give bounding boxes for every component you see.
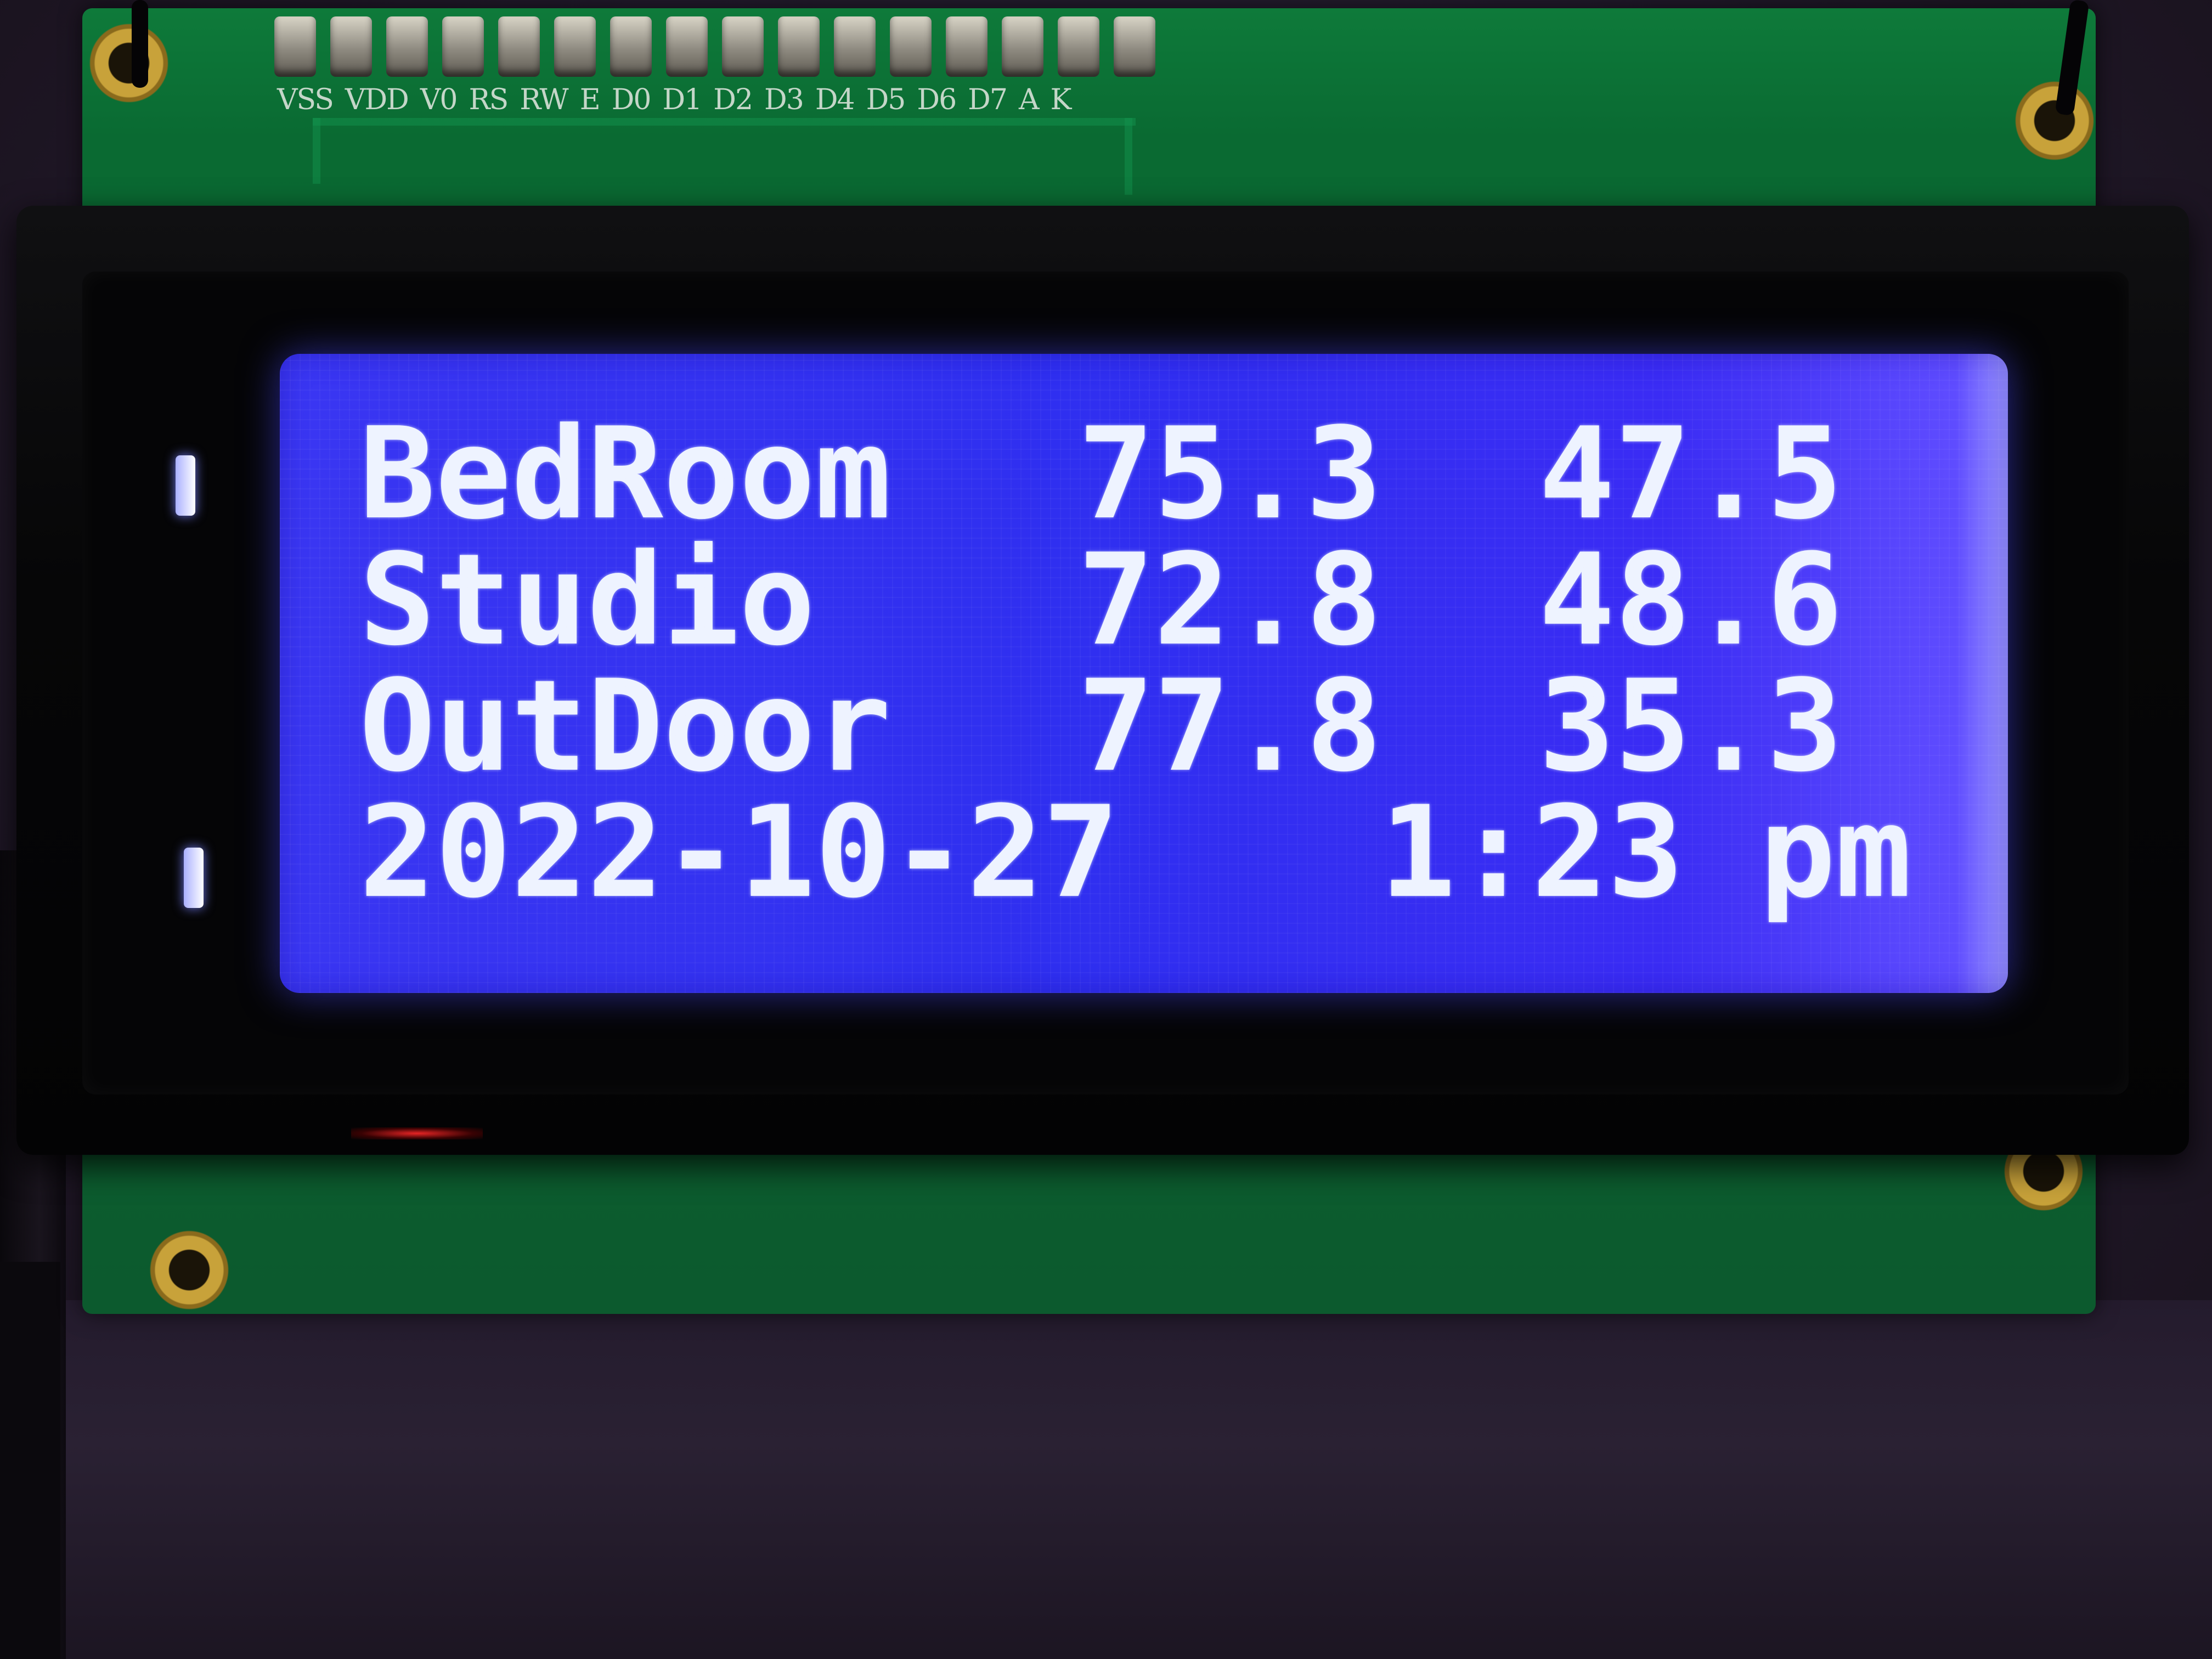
pin-label: D6 bbox=[917, 83, 957, 116]
temperature-value: 72.8 bbox=[1078, 527, 1382, 674]
pin-label: V0 bbox=[420, 83, 458, 116]
pin-label: D0 bbox=[611, 83, 652, 116]
pin-label: D7 bbox=[968, 83, 1008, 116]
humidity-value: 35.3 bbox=[1539, 653, 1843, 800]
temperature-value: 75.3 bbox=[1078, 401, 1382, 548]
pin-label: RS bbox=[469, 83, 509, 116]
header-pin bbox=[890, 16, 932, 77]
header-pins bbox=[274, 16, 1185, 77]
pcb-trace bbox=[313, 118, 1136, 126]
header-pin bbox=[554, 16, 596, 77]
pin-label: VSS bbox=[277, 83, 334, 116]
pin-label: VDD bbox=[345, 83, 409, 116]
header-pin bbox=[778, 16, 820, 77]
time-value: 1:23 pm bbox=[1380, 780, 1912, 926]
header-pin bbox=[946, 16, 988, 77]
background-cable-lower bbox=[0, 1262, 60, 1659]
header-pin bbox=[330, 16, 372, 77]
lcd-row-outdoor: OutDoor 77.8 35.3 bbox=[359, 664, 1961, 790]
pin-label: E bbox=[579, 83, 601, 116]
header-pin bbox=[442, 16, 484, 77]
lcd-screen: BedRoom 75.3 47.5 Studio 72.8 48.6 OutDo… bbox=[280, 354, 2008, 993]
humidity-value: 47.5 bbox=[1539, 401, 1843, 548]
header-pin bbox=[498, 16, 540, 77]
mounting-hole-top-left bbox=[88, 22, 170, 104]
room-name: OutDoor bbox=[359, 653, 891, 800]
pin-label: A bbox=[1018, 83, 1040, 116]
lcd-row-datetime: 2022-10-27 1:23 pm bbox=[359, 790, 1961, 916]
header-pin bbox=[1114, 16, 1155, 77]
bezel-clip-upper-left bbox=[176, 455, 195, 516]
pin-labels: VSS VDD V0 RS RW E D0 D1 D2 D3 D4 D5 D6 … bbox=[277, 83, 1082, 116]
background-surface bbox=[0, 1300, 2212, 1659]
pin-label: D5 bbox=[866, 83, 906, 116]
pin-label: D3 bbox=[764, 83, 804, 116]
room-name: Studio bbox=[359, 527, 815, 674]
pcb-trace bbox=[1125, 118, 1132, 195]
pcb-trace bbox=[313, 118, 320, 184]
pin-label: D2 bbox=[713, 83, 753, 116]
header-pin bbox=[1058, 16, 1099, 77]
temperature-value: 77.8 bbox=[1078, 653, 1382, 800]
header-pin bbox=[1002, 16, 1043, 77]
header-pin bbox=[666, 16, 708, 77]
header-pin bbox=[834, 16, 876, 77]
red-indicator-glow bbox=[351, 1127, 483, 1139]
header-pin bbox=[386, 16, 428, 77]
lcd-row-bedroom: BedRoom 75.3 47.5 bbox=[359, 411, 1961, 538]
lcd-text-area: BedRoom 75.3 47.5 Studio 72.8 48.6 OutDo… bbox=[359, 411, 1961, 916]
header-pin bbox=[274, 16, 316, 77]
humidity-value: 48.6 bbox=[1539, 527, 1843, 674]
pin-label: RW bbox=[520, 83, 568, 116]
room-name: BedRoom bbox=[359, 401, 891, 548]
header-pin bbox=[610, 16, 652, 77]
lcd-row-studio: Studio 72.8 48.6 bbox=[359, 538, 1961, 664]
pin-label: D1 bbox=[662, 83, 702, 116]
date-value: 2022-10-27 bbox=[359, 780, 1119, 926]
photo-scene: VSS VDD V0 RS RW E D0 D1 D2 D3 D4 D5 D6 … bbox=[0, 0, 2212, 1659]
pin-label: D4 bbox=[815, 83, 855, 116]
bezel-clip-lower-left bbox=[184, 848, 204, 908]
pin-label: K bbox=[1050, 83, 1072, 116]
wire bbox=[132, 0, 148, 88]
mounting-hole-bottom-left bbox=[148, 1229, 230, 1311]
header-pin bbox=[722, 16, 764, 77]
mounting-hole-top-right bbox=[2013, 80, 2096, 162]
